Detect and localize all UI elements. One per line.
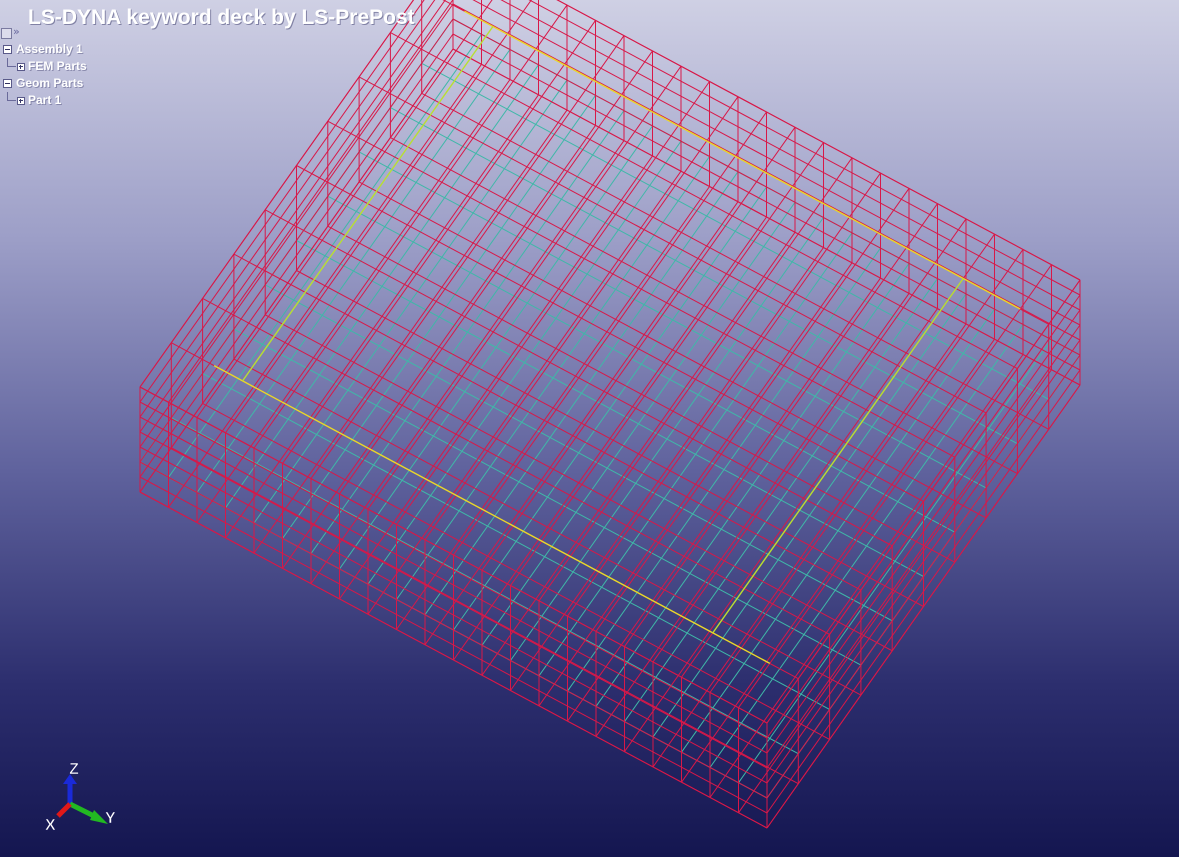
inner-mesh [139,18,1081,799]
z-axis-label: Z [69,761,79,778]
mesh-line [196,0,493,418]
floor-grid-line [171,417,799,755]
viewport-title: LS-DYNA keyword deck by LS-PrePost [28,6,415,29]
tree-connector [7,58,16,67]
double-chevron-icon[interactable]: » [13,25,20,38]
model-viewport[interactable] [0,0,1179,857]
axis-triad: Z Y X [45,761,117,835]
expand-icon[interactable] [17,97,25,105]
yellow-edge [213,364,771,665]
yellow-edge [464,10,1021,310]
mesh-wireframe [139,0,1081,829]
x-axis-arrow [56,802,72,818]
expand-icon[interactable] [17,63,25,71]
tree-item-label: FEM Parts [28,59,87,73]
tree-controls[interactable]: » [0,25,30,41]
collapse-tree-icon[interactable] [1,28,12,39]
floor-grid-line [233,328,862,666]
tree-connector [7,92,16,101]
collapse-icon[interactable] [3,45,12,54]
floor-grid-line [202,372,830,710]
x-axis-label: X [45,817,56,834]
mesh-line [442,0,1049,325]
tree-item-label: Assembly 1 [16,42,83,56]
collapse-icon[interactable] [3,79,12,88]
y-axis-label: Y [105,810,116,827]
mesh-line [358,76,987,414]
mesh-line [390,32,1018,370]
tree-item-label: Geom Parts [16,76,84,90]
tree-item-label: Part 1 [28,93,62,107]
